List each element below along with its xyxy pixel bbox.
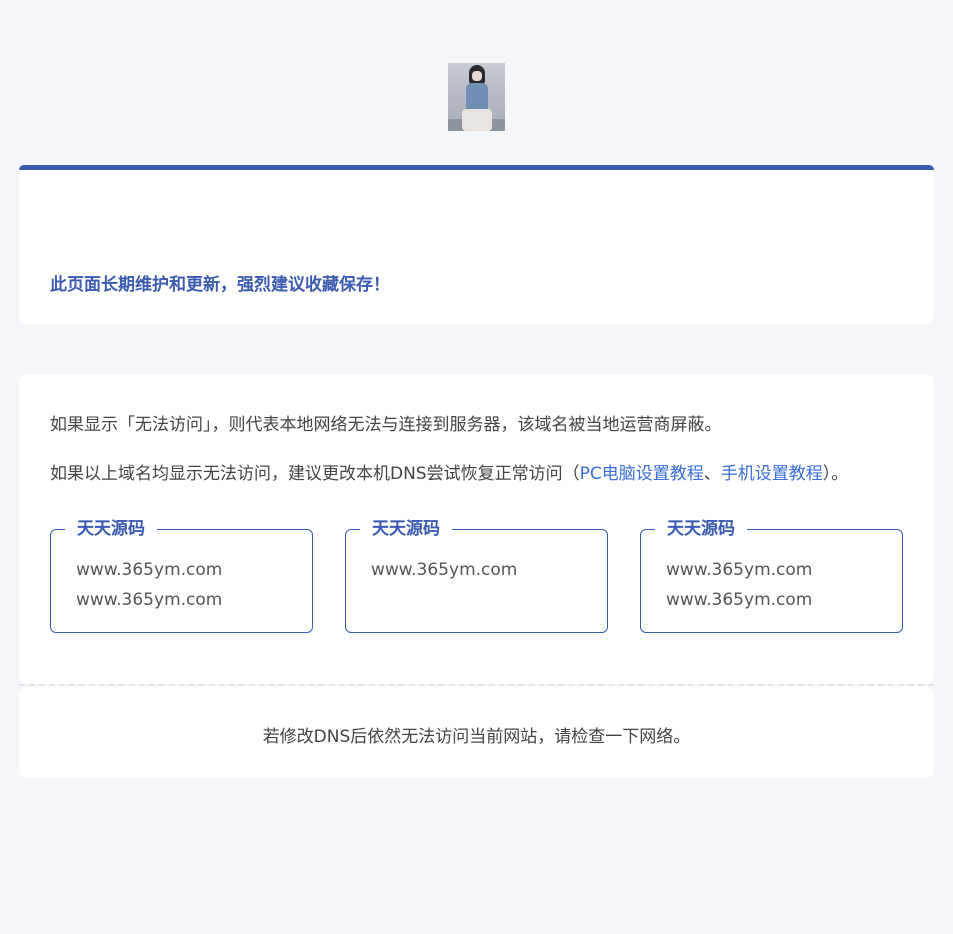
- avatar: [448, 63, 505, 131]
- domain-box-1: 天天源码 www.365ym.com www.365ym.com: [50, 518, 313, 633]
- domain-link[interactable]: www.365ym.com: [666, 585, 812, 615]
- footer-text: 若修改DNS后依然无法访问当前网站，请检查一下网络。: [262, 727, 691, 747]
- dns-advice: 如果以上域名均显示无法访问，建议更改本机DNS尝试恢复正常访问（PC电脑设置教程…: [50, 459, 848, 484]
- domain-box-title: 天天源码: [360, 518, 452, 540]
- mobile-setup-link[interactable]: 手机设置教程: [721, 464, 823, 484]
- domain-box-2: 天天源码 www.365ym.com: [345, 518, 608, 633]
- domain-list: www.365ym.com www.365ym.com: [76, 555, 222, 615]
- domain-box-3: 天天源码 www.365ym.com www.365ym.com: [640, 518, 903, 633]
- domain-list: www.365ym.com: [371, 555, 517, 585]
- domain-box-title: 天天源码: [655, 518, 747, 540]
- link-separator: 、: [703, 464, 721, 484]
- domain-box-title: 天天源码: [65, 518, 157, 540]
- blocked-explanation: 如果显示「无法访问」，则代表本地网络无法与连接到服务器，该域名被当地运营商屏蔽。: [50, 415, 722, 435]
- dns-advice-prefix: 如果以上域名均显示无法访问，建议更改本机DNS尝试恢复正常访问（: [50, 464, 580, 484]
- dashed-divider: [19, 684, 934, 686]
- domain-list: www.365ym.com www.365ym.com: [666, 555, 812, 615]
- notice-card: 此页面长期维护和更新，强烈建议收藏保存！: [19, 165, 934, 324]
- footer-card: 若修改DNS后依然无法访问当前网站，请检查一下网络。: [19, 687, 934, 778]
- domain-link[interactable]: www.365ym.com: [371, 555, 517, 585]
- notice-text: 此页面长期维护和更新，强烈建议收藏保存！: [50, 275, 390, 295]
- avatar-legs: [462, 109, 492, 131]
- domain-link[interactable]: www.365ym.com: [666, 555, 812, 585]
- domain-link[interactable]: www.365ym.com: [76, 585, 222, 615]
- pc-setup-link[interactable]: PC电脑设置教程: [580, 464, 704, 484]
- dns-advice-suffix: ）。: [822, 464, 849, 484]
- domain-link[interactable]: www.365ym.com: [76, 555, 222, 585]
- avatar-face: [472, 71, 482, 81]
- main-card: 如果显示「无法访问」，则代表本地网络无法与连接到服务器，该域名被当地运营商屏蔽。…: [19, 374, 934, 684]
